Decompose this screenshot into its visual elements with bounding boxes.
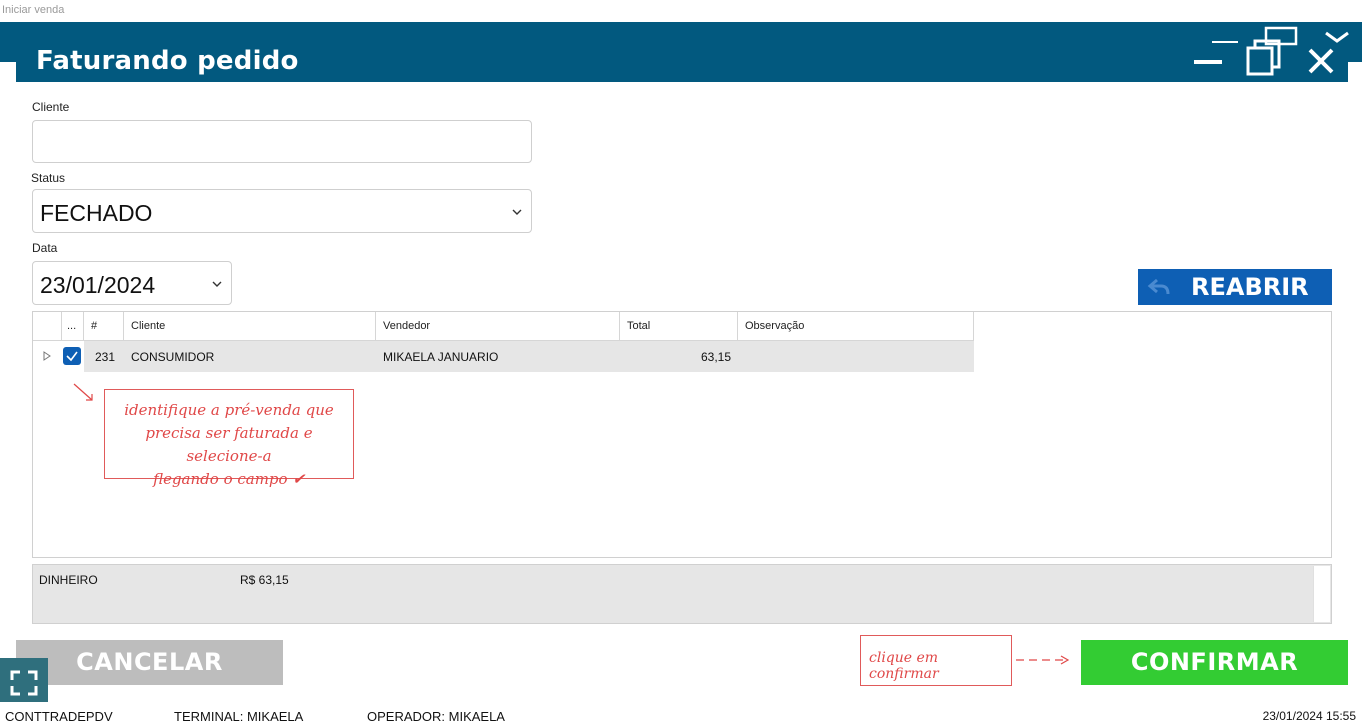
reopen-label: REABRIR (1191, 273, 1309, 301)
undo-arrow-icon (1147, 278, 1170, 295)
status-app-name: CONTTRADEPDV (5, 709, 113, 724)
annotation-select-hint: identifique a pré-venda que precisa ser … (104, 389, 354, 488)
column-header-cliente[interactable]: Cliente (124, 312, 376, 341)
annotation-line: flegando o campo ✔ (153, 470, 305, 488)
data-label: Data (32, 241, 58, 255)
annotation-confirm-hint: clique em confirmar (860, 635, 1012, 686)
payment-method: DINHEIRO (39, 573, 98, 587)
minimize-icon (1194, 60, 1222, 64)
confirm-button[interactable]: CONFIRMAR (1081, 640, 1348, 685)
status-datetime: 23/01/2024 15:55 (1262, 709, 1356, 723)
status-terminal: TERMINAL: MIKAELA (174, 709, 304, 724)
annotation-arrow-icon (1016, 655, 1070, 665)
reopen-button[interactable]: REABRIR (1138, 269, 1332, 305)
annotation-line: identifique a pré-venda que (124, 401, 334, 419)
checkmark-icon (66, 351, 78, 362)
annotation-line: precisa ser faturada e selecione-a (145, 424, 313, 465)
cell-vendedor: MIKAELA JANUARIO (383, 350, 499, 364)
status-value: FECHADO (40, 200, 153, 226)
cell-cliente: CONSUMIDOR (131, 350, 215, 364)
grid-row-header (33, 312, 62, 341)
app-window-title: Iniciar venda (2, 4, 65, 16)
status-bar: CONTTRADEPDV TERMINAL: MIKAELA OPERADOR:… (0, 708, 1362, 724)
annotation-arrow-icon (73, 383, 93, 401)
titlebar-notch-left (0, 62, 16, 82)
expand-button[interactable] (0, 658, 48, 702)
status-select[interactable]: FECHADO (32, 189, 532, 233)
chevron-down-icon (512, 209, 522, 215)
dialog-title: Faturando pedido (36, 46, 299, 76)
restore-button[interactable] (1244, 38, 1284, 78)
cancel-button[interactable]: CANCELAR (16, 640, 283, 685)
column-header-vendedor[interactable]: Vendedor (376, 312, 620, 341)
payment-amount: R$ 63,15 (240, 573, 289, 587)
cliente-label: Cliente (32, 100, 70, 114)
close-icon (1308, 48, 1334, 74)
status-operator: OPERADOR: MIKAELA (367, 709, 505, 724)
close-button[interactable] (1304, 44, 1338, 78)
column-header-number[interactable]: # (84, 312, 124, 341)
expand-corners-icon (10, 670, 38, 696)
chevron-down-icon (212, 281, 222, 287)
row-highlight (84, 341, 974, 372)
date-value: 23/01/2024 (40, 272, 156, 298)
payment-list: DINHEIRO R$ 63,15 (32, 564, 1332, 624)
restore-icon (1246, 39, 1281, 76)
status-label: Status (31, 171, 66, 185)
minimize-button[interactable] (1192, 44, 1224, 76)
cliente-input[interactable] (32, 120, 532, 163)
row-select-checkbox[interactable] (63, 347, 81, 365)
row-indicator-icon (43, 351, 51, 361)
titlebar-notch-right (1348, 62, 1362, 82)
column-header-select[interactable]: ... (62, 312, 84, 341)
cell-number: 231 (95, 350, 116, 364)
date-picker[interactable]: 23/01/2024 (32, 261, 232, 305)
column-header-observacao[interactable]: Observação (738, 312, 974, 341)
payment-scrollbar[interactable] (1313, 566, 1330, 622)
column-header-total[interactable]: Total (620, 312, 738, 341)
cell-total: 63,15 (700, 350, 731, 364)
